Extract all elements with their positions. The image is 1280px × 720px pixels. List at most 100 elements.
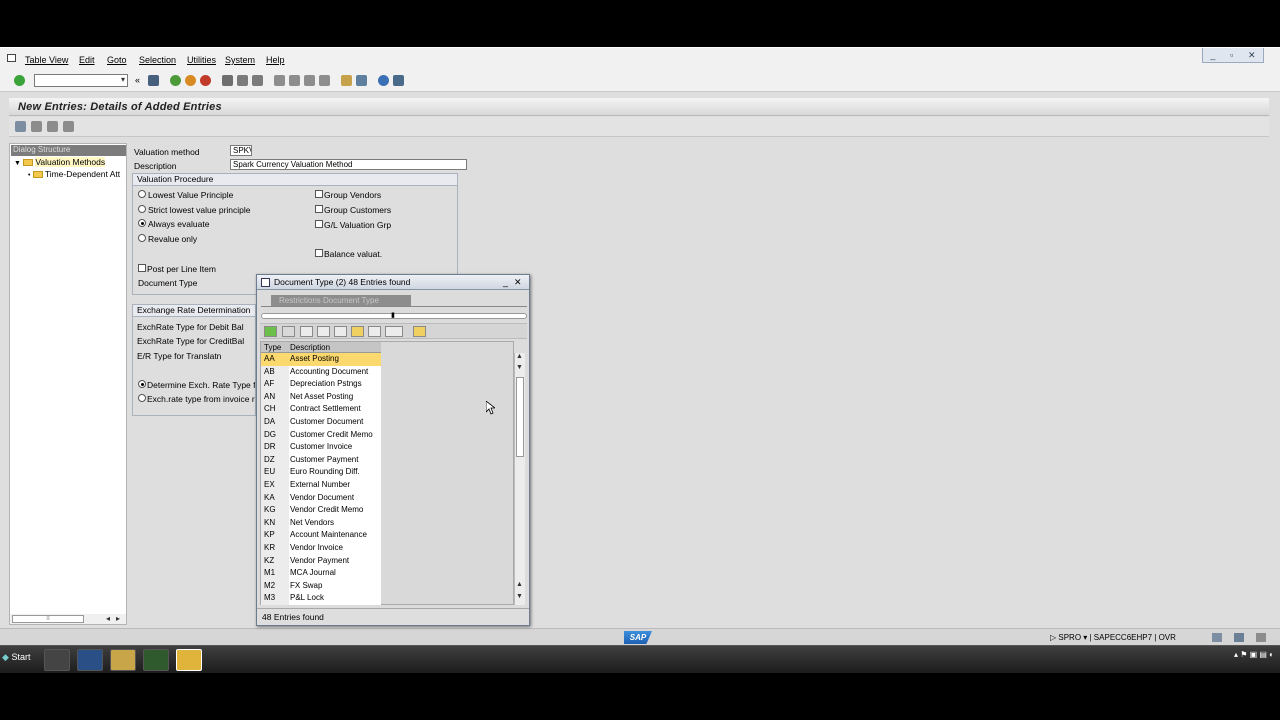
close-icon[interactable]: ✕: [514, 275, 522, 290]
list-item[interactable]: KP Account Maintenance: [261, 529, 381, 542]
chevron-down-icon[interactable]: ▾: [121, 75, 125, 84]
cancel-icon[interactable]: [282, 326, 295, 337]
collapse-icon[interactable]: «: [135, 75, 140, 85]
find-icon[interactable]: [237, 75, 248, 86]
layout-menu-icon[interactable]: [393, 75, 404, 86]
list-item[interactable]: AA Asset Posting: [261, 353, 381, 366]
first-page-icon[interactable]: [274, 75, 285, 86]
list-item[interactable]: KR Vendor Invoice: [261, 542, 381, 555]
radio-strict-lowest[interactable]: [138, 205, 146, 213]
sap-menu-icon[interactable]: [7, 54, 16, 62]
checkbox-group-customers[interactable]: [315, 205, 323, 213]
list-item[interactable]: CH Contract Settlement: [261, 403, 381, 416]
list-item[interactable]: M1 MCA Journal: [261, 567, 381, 580]
menu-edit[interactable]: Edit: [79, 55, 95, 65]
checkbox-gl-valuation-grp[interactable]: [315, 220, 323, 228]
cancel-icon[interactable]: [200, 75, 211, 86]
list-item[interactable]: AN Net Asset Posting: [261, 391, 381, 404]
scrollbar-thumb[interactable]: [516, 377, 524, 457]
taskbar-app-explorer[interactable]: [110, 649, 136, 671]
close-icon[interactable]: ✕: [1248, 50, 1256, 61]
scroll-down-small-icon[interactable]: ▼: [516, 364, 523, 371]
list-item[interactable]: EX External Number: [261, 479, 381, 492]
personal-list-icon[interactable]: [368, 326, 381, 337]
menu-help[interactable]: Help: [266, 55, 285, 65]
confirm-icon[interactable]: [264, 326, 277, 337]
radio-from-invoice[interactable]: [138, 394, 146, 402]
checkbox-group-vendors[interactable]: [315, 190, 323, 198]
new-list-icon[interactable]: [300, 326, 313, 337]
list-item[interactable]: KA Vendor Document: [261, 492, 381, 505]
menu-system[interactable]: System: [225, 55, 255, 65]
scrollbar-thumb[interactable]: ≡: [12, 615, 84, 623]
copy-entry-icon[interactable]: [31, 121, 42, 132]
radio-determine-exch-rate[interactable]: [138, 380, 146, 388]
column-header-type[interactable]: Type: [264, 342, 281, 353]
taskbar-app-sap[interactable]: [176, 649, 202, 671]
resize-icon[interactable]: [1256, 633, 1266, 642]
radio-lowest-value[interactable]: [138, 190, 146, 198]
next-page-icon[interactable]: [304, 75, 315, 86]
save-icon[interactable]: [148, 75, 159, 86]
tab-restrictions[interactable]: Restrictions Document Type: [271, 295, 411, 306]
minimize-icon[interactable]: _: [503, 275, 508, 290]
menu-selection[interactable]: Selection: [139, 55, 176, 65]
expand-triangle-icon[interactable]: ▼: [14, 160, 21, 167]
system-info[interactable]: ▷ SPRO ▾ | SAPECC6EHP7 | OVR: [1050, 633, 1176, 642]
back-icon[interactable]: [170, 75, 181, 86]
taskbar-app-cmd[interactable]: [44, 649, 70, 671]
menu-goto[interactable]: Goto: [107, 55, 127, 65]
previous-page-icon[interactable]: [289, 75, 300, 86]
restrictions-toggle-slider[interactable]: ▮: [261, 311, 527, 319]
scroll-up-bottom-icon[interactable]: ▲: [516, 581, 523, 588]
list-item[interactable]: AF Depreciation Pstngs: [261, 378, 381, 391]
list-item[interactable]: KG Vendor Credit Memo: [261, 504, 381, 517]
radio-always-evaluate[interactable]: [138, 219, 146, 227]
favorites-icon[interactable]: [351, 326, 364, 337]
tree-item-valuation-methods[interactable]: ▼ Valuation Methods: [14, 157, 106, 169]
last-page-icon[interactable]: [319, 75, 330, 86]
list-item[interactable]: DG Customer Credit Memo: [261, 429, 381, 442]
delete-entry-icon[interactable]: [47, 121, 58, 132]
tree-horizontal-scrollbar[interactable]: ≡ ◂ ▸: [10, 614, 126, 624]
checkbox-balance-valuat[interactable]: [315, 249, 323, 257]
new-session-icon[interactable]: [341, 75, 352, 86]
scroll-right-icon[interactable]: ▸: [116, 614, 120, 623]
description-field[interactable]: Spark Currency Valuation Method: [230, 159, 467, 170]
list-item[interactable]: DA Customer Document: [261, 416, 381, 429]
menu-table-view[interactable]: Table View: [25, 55, 68, 65]
list-item[interactable]: DZ Customer Payment: [261, 454, 381, 467]
minimize-icon[interactable]: _: [1210, 50, 1215, 60]
radio-revalue-only[interactable]: [138, 234, 146, 242]
help-icon[interactable]: [378, 75, 389, 86]
taskbar-app-terminal[interactable]: [143, 649, 169, 671]
undo-change-icon[interactable]: [63, 121, 74, 132]
slider-handle-icon[interactable]: ▮: [391, 311, 395, 319]
print-icon[interactable]: [385, 326, 403, 337]
taskbar-app-powershell[interactable]: [77, 649, 103, 671]
scroll-up-icon[interactable]: ▲: [516, 353, 523, 360]
list-item[interactable]: M2 FX Swap: [261, 580, 381, 593]
column-header-description[interactable]: Description: [290, 342, 330, 353]
find-next-icon[interactable]: [334, 326, 347, 337]
tree-item-time-dependent[interactable]: • Time-Dependent Att: [28, 169, 120, 181]
system-tray[interactable]: ▴ ⚑ ▣ ▤ ◐: [1234, 650, 1274, 659]
start-button[interactable]: ◆ Start: [2, 652, 30, 663]
checkbox-post-per-line-item[interactable]: [138, 264, 146, 272]
print-icon[interactable]: [222, 75, 233, 86]
display-change-icon[interactable]: [15, 121, 26, 132]
list-item[interactable]: KN Net Vendors: [261, 517, 381, 530]
maximize-icon[interactable]: ▫: [1230, 50, 1233, 60]
menu-utilities[interactable]: Utilities: [187, 55, 216, 65]
find-icon[interactable]: [317, 326, 330, 337]
exit-icon[interactable]: [185, 75, 196, 86]
lock-icon[interactable]: [1234, 633, 1244, 642]
list-vertical-scrollbar[interactable]: ▲ ▼ ▲ ▼: [514, 353, 525, 605]
list-item[interactable]: M3 P&L Lock: [261, 592, 381, 605]
list-item[interactable]: DR Customer Invoice: [261, 441, 381, 454]
list-item[interactable]: AB Accounting Document: [261, 366, 381, 379]
command-field[interactable]: ▾: [34, 74, 128, 87]
information-icon[interactable]: [413, 326, 426, 337]
list-item[interactable]: KZ Vendor Payment: [261, 555, 381, 568]
status-menu-icon[interactable]: [1212, 633, 1222, 642]
